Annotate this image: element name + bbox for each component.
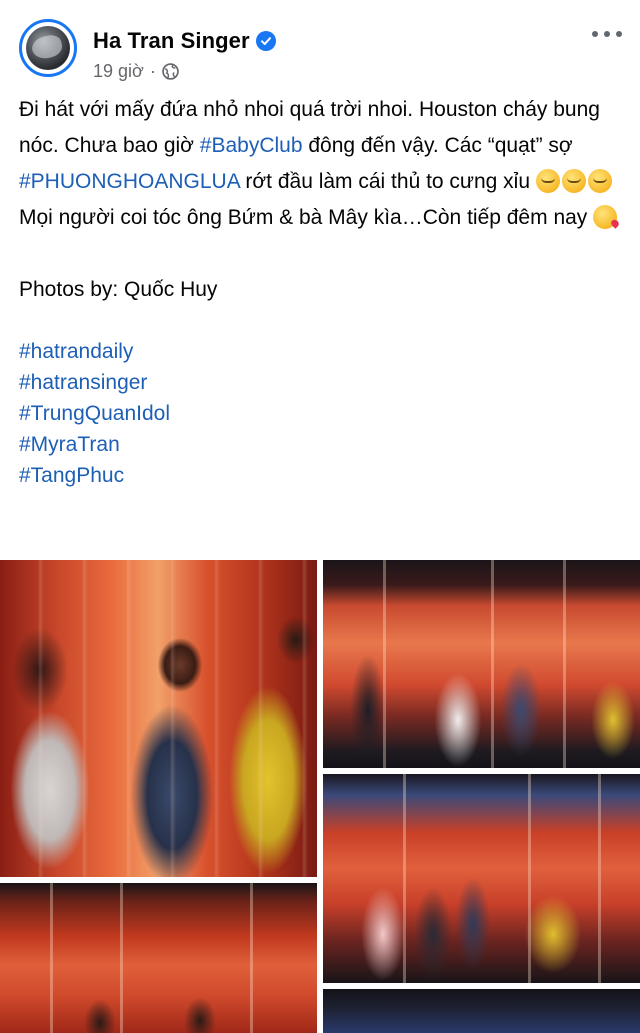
- concert-photo-2[interactable]: [323, 560, 640, 768]
- verified-badge-icon: [255, 31, 276, 51]
- post-paragraph-2: Mọi người coi tóc ông Bứm & bà Mây kìa…C…: [19, 200, 624, 236]
- melting-face-emoji: [587, 169, 612, 193]
- globe-icon[interactable]: [162, 63, 179, 80]
- concert-photo-3[interactable]: [323, 774, 640, 983]
- melting-face-emoji: [561, 169, 586, 193]
- hashtag-link[interactable]: #hatransinger: [19, 367, 624, 398]
- concert-photo-1[interactable]: [0, 560, 317, 877]
- photo-credit: Photos by: Quốc Huy: [19, 278, 218, 301]
- photo-grid: [0, 560, 640, 1033]
- author-avatar[interactable]: [19, 19, 77, 77]
- face-blowing-kiss-emoji: [593, 205, 618, 229]
- hashtag-link[interactable]: #TangPhuc: [19, 460, 624, 491]
- meta-separator: ·: [149, 61, 156, 81]
- post-paragraph-1: Đi hát với mấy đứa nhỏ nhoi quá trời nho…: [19, 92, 624, 200]
- concert-photo-4[interactable]: [0, 883, 317, 1033]
- avatar-image: [26, 26, 70, 70]
- melting-face-emoji: [535, 169, 560, 193]
- post-header: Ha Tran Singer 19 giờ ·: [0, 0, 640, 92]
- hashtag-link[interactable]: #hatrandaily: [19, 336, 624, 367]
- post-text-part: rớt đầu làm cái thủ to cưng xỉu: [239, 170, 531, 193]
- post-body: Đi hát với mấy đứa nhỏ nhoi quá trời nho…: [19, 92, 624, 491]
- post-timestamp[interactable]: 19 giờ: [93, 61, 144, 82]
- hashtag-link[interactable]: #TrungQuanIdol: [19, 398, 624, 429]
- author-name[interactable]: Ha Tran Singer: [93, 28, 250, 54]
- hashtag-list: #hatrandaily #hatransinger #TrungQuanIdo…: [19, 336, 624, 491]
- hashtag-link[interactable]: #BabyClub: [200, 134, 303, 157]
- post-text-part: Mọi người coi tóc ông Bứm & bà Mây kìa…C…: [19, 206, 588, 229]
- hashtag-link[interactable]: #MyraTran: [19, 429, 624, 460]
- author-row: Ha Tran Singer: [93, 28, 276, 54]
- post-text-part: đông đến vậy. Các “quạt” sợ: [302, 134, 573, 157]
- post-meta: 19 giờ ·: [93, 61, 179, 82]
- concert-photo-5[interactable]: [323, 989, 640, 1033]
- hashtag-link[interactable]: #PHUONGHOANGLUA: [19, 170, 240, 193]
- more-options-icon[interactable]: [592, 26, 622, 42]
